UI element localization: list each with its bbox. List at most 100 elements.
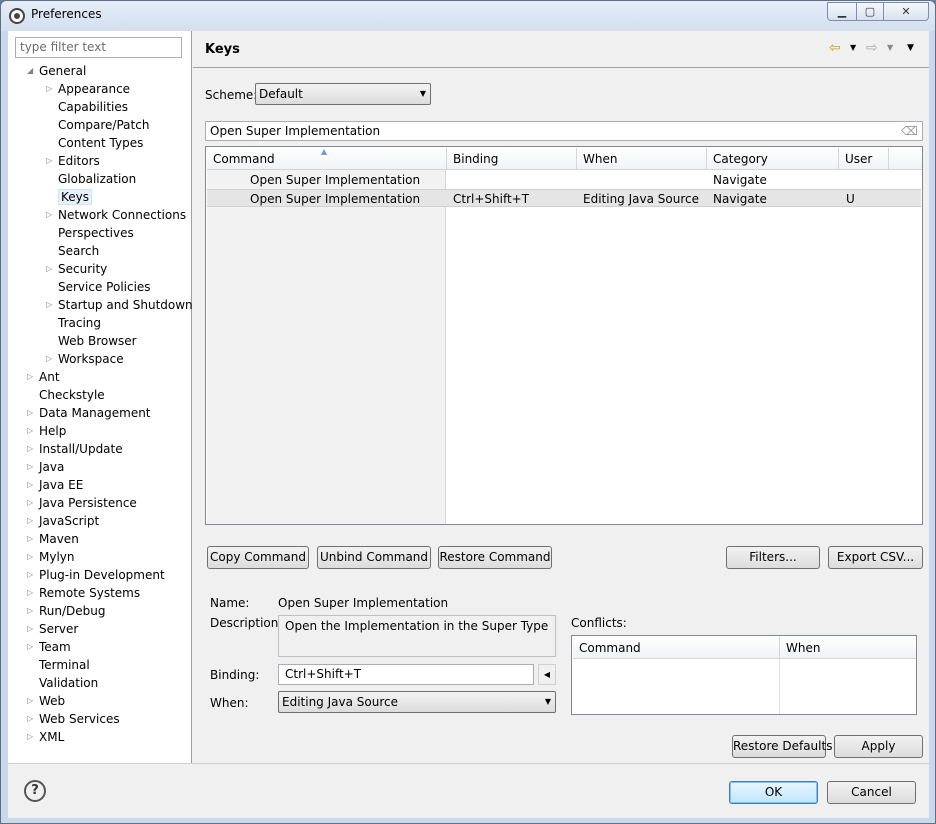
expand-arrow-icon[interactable]: ▷ xyxy=(27,422,37,440)
expand-arrow-icon[interactable]: ▷ xyxy=(27,548,37,566)
tree-item[interactable]: Perspectives xyxy=(58,224,134,242)
tree-item[interactable]: Service Policies xyxy=(58,278,151,296)
tree-item[interactable]: Web Browser xyxy=(58,332,137,350)
tree-item[interactable]: Terminal xyxy=(39,656,90,674)
tree-item[interactable]: ▷ Java xyxy=(27,458,64,476)
back-icon[interactable]: ⇦ xyxy=(829,39,841,57)
forward-icon[interactable]: ⇨ xyxy=(866,39,878,57)
table-row-selected[interactable]: Open Super Implementation Ctrl+Shift+T E… xyxy=(207,189,921,207)
expand-arrow-icon[interactable]: ▷ xyxy=(46,152,56,170)
close-button[interactable]: ✕ xyxy=(883,2,929,21)
conflicts-header-when[interactable]: When xyxy=(780,637,916,659)
expand-arrow-icon[interactable]: ▷ xyxy=(27,440,37,458)
tree-item[interactable]: ▷ Run/Debug xyxy=(27,602,106,620)
expand-arrow-icon[interactable]: ▷ xyxy=(27,404,37,422)
expand-arrow-icon[interactable]: ▷ xyxy=(27,566,37,584)
collapse-arrow-icon[interactable]: ◢ xyxy=(27,62,37,80)
column-header-binding[interactable]: Binding xyxy=(447,148,577,170)
expand-arrow-icon[interactable]: ▷ xyxy=(27,494,37,512)
expand-arrow-icon[interactable]: ▷ xyxy=(27,602,37,620)
expand-arrow-icon[interactable]: ▷ xyxy=(46,260,56,278)
expand-arrow-icon[interactable]: ▷ xyxy=(27,692,37,710)
column-header-category[interactable]: Category xyxy=(707,148,839,170)
expand-arrow-icon[interactable]: ▷ xyxy=(27,638,37,656)
tree-item[interactable]: ▷ JavaScript xyxy=(27,512,99,530)
expand-arrow-icon[interactable]: ▷ xyxy=(46,206,56,224)
tree-item[interactable]: ▷ Server xyxy=(27,620,78,638)
expand-arrow-icon[interactable]: ▷ xyxy=(27,620,37,638)
tree-item[interactable]: Validation xyxy=(39,674,98,692)
tree-item[interactable]: ▷ Plug-in Development xyxy=(27,566,165,584)
restore-defaults-button[interactable]: Restore Defaults xyxy=(732,735,832,758)
tree-item[interactable]: ▷ Editors xyxy=(46,152,100,170)
expand-arrow-icon[interactable]: ▷ xyxy=(27,584,37,602)
tree-item[interactable]: ◢ General xyxy=(27,62,86,80)
expand-arrow-icon[interactable]: ▷ xyxy=(27,728,37,746)
filter-input[interactable]: type filter text xyxy=(15,37,182,58)
expand-arrow-icon[interactable]: ▷ xyxy=(46,296,56,314)
tree-item[interactable]: Tracing xyxy=(58,314,101,332)
tree-item[interactable]: Capabilities xyxy=(58,98,128,116)
column-header-when[interactable]: When xyxy=(577,148,707,170)
back-menu-icon[interactable]: ▼ xyxy=(850,39,856,57)
tree-item[interactable]: ▷ Web Services xyxy=(27,710,120,728)
tree-item[interactable]: ▷ Web xyxy=(27,692,65,710)
restore-command-button[interactable]: Restore Command xyxy=(438,546,552,569)
clear-icon[interactable]: ⌫ xyxy=(901,122,918,140)
tree-item[interactable]: ▷ Startup and Shutdown xyxy=(46,296,193,314)
expand-arrow-icon[interactable]: ▷ xyxy=(27,530,37,548)
tree-item[interactable]: ▷ Workspace xyxy=(46,350,124,368)
maximize-button[interactable]: ▢ xyxy=(856,2,884,21)
scheme-select[interactable]: Default ▼ xyxy=(255,83,431,105)
help-icon[interactable]: ? xyxy=(24,780,46,802)
export-csv-button[interactable]: Export CSV... xyxy=(828,546,923,569)
expand-arrow-icon[interactable]: ▷ xyxy=(27,710,37,728)
apply-button[interactable]: Apply xyxy=(834,735,923,758)
expand-arrow-icon[interactable]: ▷ xyxy=(27,512,37,530)
tree-item[interactable]: Globalization xyxy=(58,170,136,188)
tree-item[interactable]: ▷ Remote Systems xyxy=(27,584,141,602)
ok-button[interactable]: OK xyxy=(729,781,818,804)
expand-arrow-icon[interactable]: ▷ xyxy=(27,458,37,476)
when-select[interactable]: Editing Java Source ▼ xyxy=(278,691,556,713)
tree-item[interactable]: ▷ Java Persistence xyxy=(27,494,137,512)
cancel-button[interactable]: Cancel xyxy=(827,781,916,804)
view-menu-icon[interactable]: ▼ xyxy=(907,39,914,57)
minimize-button[interactable]: ▁ xyxy=(827,2,857,21)
expand-arrow-icon[interactable]: ▷ xyxy=(46,350,56,368)
tree-item[interactable]: ▷ Appearance xyxy=(46,80,130,98)
copy-command-button[interactable]: Copy Command xyxy=(207,546,309,569)
tree-item[interactable]: ▷ XML xyxy=(27,728,64,746)
forward-menu-icon[interactable]: ▼ xyxy=(887,39,893,57)
binding-input[interactable]: Ctrl+Shift+T xyxy=(278,664,534,685)
tree-item[interactable]: ▷ Security xyxy=(46,260,107,278)
tree-item[interactable]: ▷ Data Management xyxy=(27,404,151,422)
tree-item[interactable]: ▷ Mylyn xyxy=(27,548,75,566)
column-header-user[interactable]: User xyxy=(839,148,889,170)
tree-item[interactable]: ▷ Install/Update xyxy=(27,440,123,458)
tree-item[interactable]: ▷ Help xyxy=(27,422,66,440)
column-header-command[interactable]: ▲ Command xyxy=(207,147,447,170)
description-field[interactable]: Open the Implementation in the Super Typ… xyxy=(278,615,556,657)
tree-item[interactable]: ▷ Maven xyxy=(27,530,79,548)
tree-item[interactable]: Compare/Patch xyxy=(58,116,149,134)
tree-item[interactable]: ▷ Java EE xyxy=(27,476,83,494)
tree-item[interactable]: Search xyxy=(58,242,99,260)
binding-menu-button[interactable]: ◀ xyxy=(538,664,556,685)
table-row[interactable]: Open Super Implementation Navigate xyxy=(207,171,921,189)
tree-item[interactable]: Checkstyle xyxy=(39,386,105,404)
tree-item-label: Remote Systems xyxy=(39,586,141,600)
expand-arrow-icon[interactable]: ▷ xyxy=(27,368,37,386)
tree-item[interactable]: Keys xyxy=(58,188,93,206)
expand-arrow-icon[interactable]: ▷ xyxy=(27,476,37,494)
unbind-command-button[interactable]: Unbind Command xyxy=(317,546,431,569)
expand-arrow-icon[interactable]: ▷ xyxy=(46,80,56,98)
filters-button[interactable]: Filters... xyxy=(726,546,820,569)
tree-item[interactable]: ▷ Network Connections xyxy=(46,206,186,224)
tree-item[interactable]: Content Types xyxy=(58,134,143,152)
conflicts-header-command[interactable]: Command xyxy=(573,637,780,659)
keys-search-input[interactable]: Open Super Implementation ⌫ xyxy=(205,121,923,141)
tree-item[interactable]: ▷ Team xyxy=(27,638,71,656)
title-bar[interactable]: Preferences ▁ ▢ ✕ xyxy=(1,1,935,31)
tree-item[interactable]: ▷ Ant xyxy=(27,368,60,386)
